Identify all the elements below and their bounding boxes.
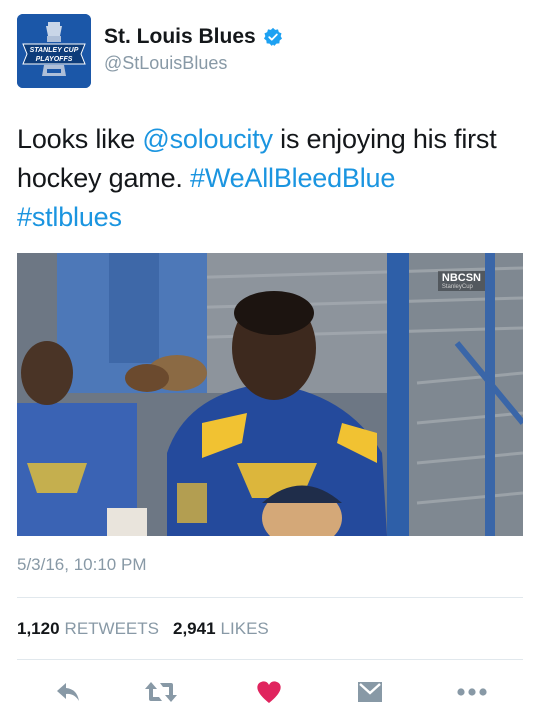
stanley-cup-playoffs-logo-icon: STANLEY CUP PLAYOFFS	[17, 14, 91, 88]
tweet-media-image[interactable]: NBCSN StanleyCup	[17, 253, 523, 536]
retweet-icon	[145, 682, 177, 702]
hashtag-link[interactable]: #stlblues	[17, 202, 122, 232]
more-button[interactable]	[450, 672, 494, 712]
svg-text:STANLEY CUP: STANLEY CUP	[30, 47, 79, 54]
likes-stat[interactable]: 2,941 LIKES	[173, 619, 269, 638]
divider	[17, 659, 523, 660]
tweet-text-part: Looks like	[17, 124, 143, 154]
direct-message-button[interactable]	[348, 672, 392, 712]
author-name-label[interactable]: St. Louis Blues	[104, 25, 256, 49]
avatar[interactable]: STANLEY CUP PLAYOFFS	[17, 14, 91, 88]
mention-link[interactable]: @soloucity	[142, 124, 273, 154]
likes-count: 2,941	[173, 619, 216, 638]
like-heart-icon	[257, 681, 281, 703]
retweets-label: RETWEETS	[64, 619, 159, 638]
tweet-timestamp[interactable]: 5/3/16, 10:10 PM	[17, 555, 146, 575]
network-logo-text: NBCSN	[441, 272, 481, 284]
reply-icon	[57, 683, 79, 701]
network-logo: NBCSN StanleyCup	[437, 271, 485, 291]
verified-badge-icon	[263, 27, 282, 46]
divider	[17, 597, 523, 598]
more-icon	[457, 688, 487, 696]
like-button[interactable]	[247, 672, 291, 712]
retweets-stat[interactable]: 1,120 RETWEETS	[17, 619, 159, 638]
likes-label: LIKES	[220, 619, 269, 638]
tweet-stats: 1,120 RETWEETS 2,941 LIKES	[17, 619, 269, 639]
author-handle[interactable]: @StLouisBlues	[104, 53, 227, 74]
retweets-count: 1,120	[17, 619, 60, 638]
reply-button[interactable]	[46, 672, 90, 712]
retweet-button[interactable]	[139, 672, 183, 712]
broadcast-photo	[17, 253, 523, 536]
direct-message-icon	[358, 682, 382, 702]
hashtag-link[interactable]: #WeAllBleedBlue	[190, 163, 395, 193]
author-name[interactable]: St. Louis Blues	[104, 25, 283, 49]
tweet-text: Looks like @soloucity is enjoying his fi…	[17, 120, 523, 237]
tweet-header: STANLEY CUP PLAYOFFS St. Louis Blues @St…	[17, 14, 523, 92]
network-sub-text: StanleyCup	[441, 284, 473, 290]
svg-text:PLAYOFFS: PLAYOFFS	[36, 56, 73, 63]
tweet-actions-bar	[0, 672, 540, 712]
